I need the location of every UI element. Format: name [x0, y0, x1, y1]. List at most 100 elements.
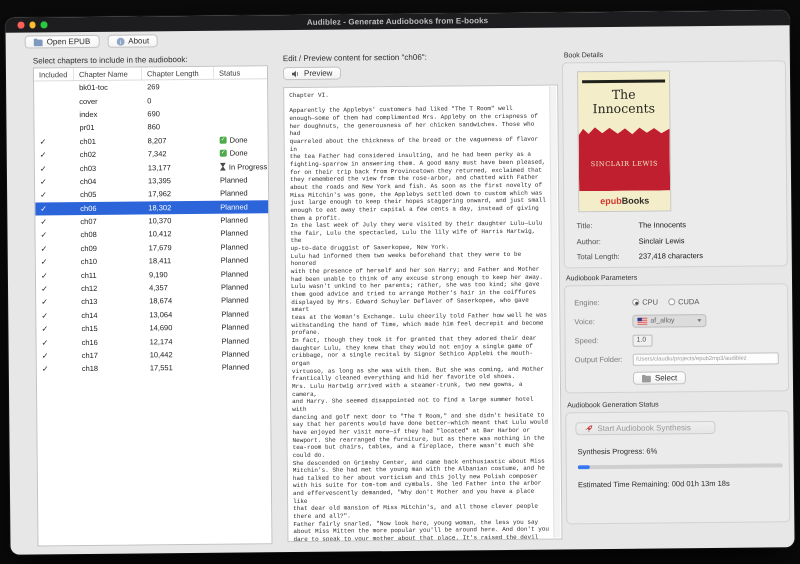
included-checkmark[interactable]: ✓ — [36, 244, 76, 253]
chapter-status-cell: ✓ Done — [215, 135, 268, 145]
chapter-name-cell: ch03 — [75, 163, 143, 173]
speed-label: Speed: — [575, 336, 633, 346]
voice-dropdown[interactable]: af_alloy — [632, 314, 706, 328]
preview-panel-label: Edit / Preview content for section "ch06… — [283, 53, 427, 63]
chapter-length-cell: 18,302 — [143, 202, 215, 212]
chapter-name-cell: ch13 — [76, 297, 144, 307]
included-checkmark[interactable]: ✓ — [36, 257, 76, 266]
chapter-name-cell: ch11 — [76, 270, 144, 280]
chapter-length-cell: 10,370 — [143, 216, 215, 226]
cover-author: SINCLAIR LEWIS — [579, 159, 670, 168]
chapter-status-cell: Planned — [215, 202, 268, 212]
chapter-status-cell: Planned — [215, 189, 268, 199]
chapter-name-cell: ch15 — [76, 324, 144, 334]
included-checkmark[interactable]: ✓ — [35, 231, 75, 240]
chapter-length-cell: 12,174 — [145, 336, 217, 346]
chapter-status-cell — [214, 113, 267, 114]
included-checkmark[interactable]: ✓ — [35, 150, 75, 159]
status-icon: ✓ — [220, 136, 227, 143]
select-folder-button[interactable]: Select — [633, 371, 686, 385]
included-checkmark[interactable]: ✓ — [36, 284, 76, 293]
start-synthesis-button[interactable]: Start Audiobook Synthesis — [575, 421, 715, 435]
chapter-length-cell: 0 — [142, 95, 214, 105]
chapter-name-cell: ch12 — [76, 284, 144, 294]
chapter-length-cell: 17,962 — [143, 189, 215, 199]
included-checkmark[interactable]: ✓ — [37, 338, 77, 347]
chapter-name-cell: ch04 — [75, 176, 143, 186]
engine-radio-cuda[interactable]: CUDA — [668, 297, 699, 306]
synthesis-progress-bar — [578, 463, 783, 469]
status-icon: ✓ — [220, 150, 227, 157]
chapter-name-cell: ch01 — [75, 136, 143, 146]
chapter-name-cell: ch06 — [75, 203, 143, 213]
voice-value: af_alloy — [650, 317, 674, 324]
engine-radio-cpu[interactable]: CPU — [632, 298, 658, 307]
author-field-value: Sinclair Lewis — [639, 236, 685, 245]
preview-button[interactable]: Preview — [283, 67, 342, 81]
parameters-box: Engine: CPU CUDA Voice: af_alloy Speed: … — [564, 283, 789, 393]
chapter-status-cell: Planned — [216, 256, 269, 266]
included-checkmark[interactable]: ✓ — [35, 217, 75, 226]
included-checkmark[interactable]: ✓ — [35, 164, 75, 173]
included-checkmark[interactable]: ✓ — [35, 137, 75, 146]
speed-input[interactable]: 1.0 — [633, 334, 653, 346]
synthesis-progress-label: Synthesis Progress: 6% — [578, 445, 780, 456]
chapter-status-cell: Planned — [215, 229, 268, 239]
folder-icon — [34, 38, 43, 46]
chapter-name-cell: ch08 — [75, 230, 143, 240]
eta-label: Estimated Time Remaining: 00d 01h 13m 18… — [578, 478, 780, 489]
chapter-length-cell: 9,190 — [144, 269, 216, 279]
included-checkmark[interactable]: ✓ — [35, 177, 75, 186]
included-checkmark[interactable]: ✓ — [35, 190, 75, 199]
length-field-value: 237,418 characters — [639, 251, 703, 261]
included-checkmark[interactable]: ✓ — [37, 364, 77, 373]
chapter-length-cell: 4,357 — [144, 283, 216, 293]
chapter-length-cell: 18,674 — [144, 296, 216, 306]
included-checkmark[interactable]: ✓ — [36, 324, 76, 333]
chapter-length-cell: 13,064 — [144, 310, 216, 320]
included-checkmark[interactable]: ✓ — [36, 311, 76, 320]
chapter-name-cell: ch18 — [77, 364, 145, 374]
folder-icon — [642, 374, 651, 382]
included-checkmark[interactable]: ✓ — [37, 351, 77, 360]
chapter-status-cell: Planned — [216, 282, 269, 292]
book-details-box: The Innocents SINCLAIR LEWIS epubBooks T… — [562, 60, 788, 268]
about-button[interactable]: i About — [107, 34, 158, 47]
cover-rule — [582, 79, 665, 82]
col-included: Included — [34, 68, 74, 80]
chapter-name-cell: ch02 — [75, 150, 143, 160]
chapter-name-cell: ch10 — [76, 257, 144, 267]
output-folder-input[interactable]: /Users/claudiu/projects/epub2mp3/audible… — [633, 352, 779, 365]
chapter-status-cell: Planned — [215, 175, 268, 185]
chapter-name-cell: cover — [74, 96, 142, 106]
chapter-length-cell: 14,690 — [144, 323, 216, 333]
chapter-table-body: bk01-toc 269 cover 0 index 690 pr01 860 … — [34, 79, 270, 376]
chapter-status-cell: Planned — [217, 363, 270, 373]
included-checkmark[interactable]: ✓ — [35, 204, 75, 213]
table-row[interactable]: ✓ ch18 17,551 Planned — [37, 360, 270, 376]
us-flag-icon — [637, 318, 647, 325]
status-icon — [220, 163, 226, 171]
chapter-status-cell: Planned — [216, 309, 269, 319]
radio-icon — [668, 298, 675, 305]
col-chapter-length: Chapter Length — [142, 67, 214, 80]
chapter-name-cell: ch14 — [76, 310, 144, 320]
radio-icon — [632, 299, 639, 306]
open-epub-button[interactable]: Open EPUB — [25, 35, 100, 49]
cover-title-line2: Innocents — [593, 101, 656, 117]
chapter-length-cell: 13,395 — [143, 176, 215, 186]
chapter-length-cell: 10,442 — [145, 350, 217, 360]
included-checkmark[interactable]: ✓ — [36, 298, 76, 307]
chapter-length-cell: 269 — [142, 82, 214, 92]
chapter-status-cell: In Progress — [215, 162, 268, 172]
content-editor[interactable]: Chapter VI. Apparently the Applebys' cus… — [283, 84, 562, 542]
speaker-icon — [292, 69, 300, 77]
chapter-length-cell: 7,342 — [143, 149, 215, 159]
chapter-status-cell: Planned — [215, 215, 268, 225]
chapter-length-cell: 690 — [142, 109, 214, 119]
right-rail: Book Details The Innocents SINCLAIR LEWI… — [562, 50, 791, 524]
chapter-name-cell: ch07 — [75, 217, 143, 227]
generation-status-label: Audiobook Generation Status — [567, 400, 789, 409]
chapters-panel-label: Select chapters to include in the audiob… — [33, 55, 188, 65]
included-checkmark[interactable]: ✓ — [36, 271, 76, 280]
